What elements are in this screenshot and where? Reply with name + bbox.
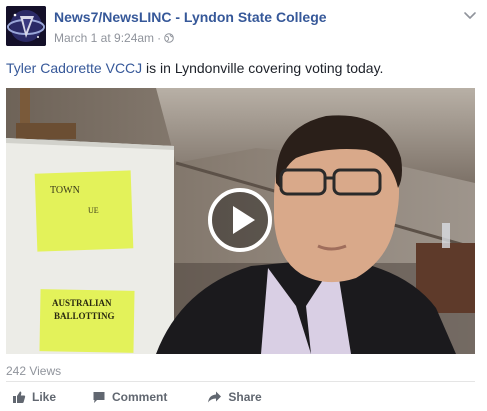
comment-button[interactable]: Comment [92,390,167,404]
post-message: Tyler Cadorette VCCJ is in Lyndonville c… [6,60,383,76]
share-icon [208,391,222,403]
like-label: Like [32,390,57,404]
like-icon [13,391,26,403]
message-text: is in Lyndonville covering voting today. [142,60,384,76]
tagged-user-link[interactable]: Tyler Cadorette VCCJ [6,60,142,76]
video-player[interactable]: TOWN UE AUSTRALIAN BALLOTTING [6,88,475,354]
share-label: Share [228,390,262,404]
comment-icon [93,392,105,403]
sign-top-line-2: UE [88,206,99,215]
sign-bottom-line-2: BALLOTTING [54,311,115,321]
chevron-down-icon[interactable] [463,8,477,22]
action-bar: Like Comment Share [6,386,262,408]
page-name-link[interactable]: News7/NewsLINC - Lyndon State College [54,9,327,25]
facebook-post: News7/NewsLINC - Lyndon State College Ma… [0,0,487,411]
sign-top-line-1: TOWN [50,185,80,196]
view-count: 242 Views [6,364,62,378]
page-avatar[interactable] [6,6,46,46]
play-icon[interactable] [208,188,272,252]
comment-label: Comment [112,390,168,404]
post-header: News7/NewsLINC - Lyndon State College Ma… [6,6,481,50]
post-meta: March 1 at 9:24am · [54,31,174,45]
divider [6,381,475,382]
share-button[interactable]: Share [207,390,262,404]
meta-separator: · [157,31,162,45]
post-timestamp[interactable]: March 1 at 9:24am [54,31,154,45]
like-button[interactable]: Like [12,390,56,404]
logo-avatar-icon [6,6,46,46]
globe-icon [164,33,174,43]
sign-bottom-line-1: AUSTRALIAN [52,298,112,308]
